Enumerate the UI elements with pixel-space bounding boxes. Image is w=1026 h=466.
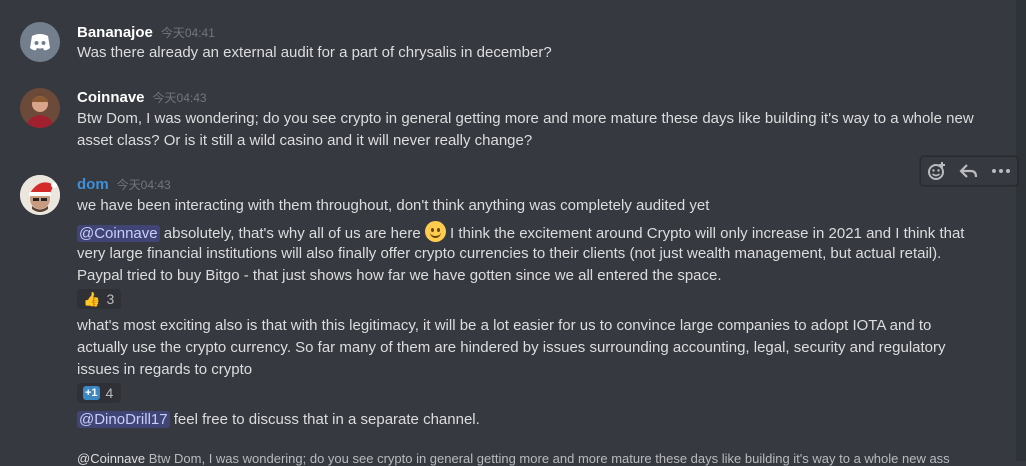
- username[interactable]: Bananajoe: [77, 24, 153, 41]
- reaction-count: 4: [105, 385, 114, 401]
- plus-one-icon: +1: [83, 386, 100, 400]
- message-text: very large financial institutions will a…: [77, 245, 942, 262]
- avatar-bananajoe[interactable]: [20, 22, 60, 62]
- slight-smile-emoji-icon: [424, 221, 446, 242]
- thumbs-up-icon: 👍: [83, 291, 101, 307]
- avatar-dom[interactable]: [20, 175, 60, 215]
- santa-hat-avatar-icon: [20, 175, 60, 215]
- message-actions-toolbar: [920, 156, 1018, 186]
- person-photo-icon: [20, 88, 60, 128]
- message-text: Was there already an external audit for …: [77, 44, 552, 61]
- user-mention[interactable]: @DinoDrill17: [77, 411, 170, 428]
- message-text: asset class? Or is it still a wild casin…: [77, 132, 533, 149]
- discord-logo-icon: [30, 34, 50, 51]
- message-text: Paypal tried to buy Bitgo - that just sh…: [77, 267, 722, 284]
- reply-icon[interactable]: [959, 162, 979, 180]
- message-text: we have been interacting with them throu…: [77, 197, 710, 214]
- message-text: @Coinnave absolutely, that's why all of …: [77, 221, 986, 245]
- text-span: absolutely, that's why all of us are her…: [159, 225, 425, 242]
- message-text: what's most exciting also is that with t…: [77, 317, 932, 334]
- reaction-count: 3: [106, 291, 115, 307]
- add-reaction-icon[interactable]: [927, 161, 947, 181]
- message-text: Btw Dom, I was wondering; do you see cry…: [77, 110, 974, 127]
- reply-mention: @Coinnave: [77, 451, 146, 466]
- scrollbar[interactable]: [1016, 0, 1026, 461]
- reply-preview[interactable]: @Coinnave Btw Dom, I was wondering; do y…: [77, 451, 950, 466]
- avatar-coinnave[interactable]: [20, 88, 60, 128]
- message-text: @DinoDrill17 feel free to discuss that i…: [77, 409, 986, 431]
- timestamp: 今天04:43: [152, 91, 207, 105]
- text-span: feel free to discuss that in a separate …: [169, 411, 480, 428]
- username[interactable]: Coinnave: [77, 89, 145, 106]
- reaction-thumbs-up[interactable]: 👍 3: [77, 289, 121, 309]
- timestamp: 今天04:41: [160, 26, 215, 40]
- text-span: I think the excitement around Crypto wil…: [445, 225, 965, 242]
- username[interactable]: dom: [77, 176, 109, 193]
- timestamp: 今天04:43: [116, 178, 171, 192]
- reaction-plus-one[interactable]: +1 4: [77, 383, 121, 403]
- reply-text: Btw Dom, I was wondering; do you see cry…: [145, 451, 950, 466]
- message-header: Bananajoe 今天04:41: [77, 24, 215, 41]
- message-header: Coinnave 今天04:43: [77, 89, 207, 106]
- message-text: issues in regards to crypto: [77, 361, 253, 378]
- user-mention[interactable]: @Coinnave: [77, 225, 160, 242]
- message-header: dom 今天04:43: [77, 176, 171, 193]
- more-options-icon[interactable]: [991, 168, 1011, 174]
- message-text: actually use the crypto currency. So far…: [77, 339, 946, 356]
